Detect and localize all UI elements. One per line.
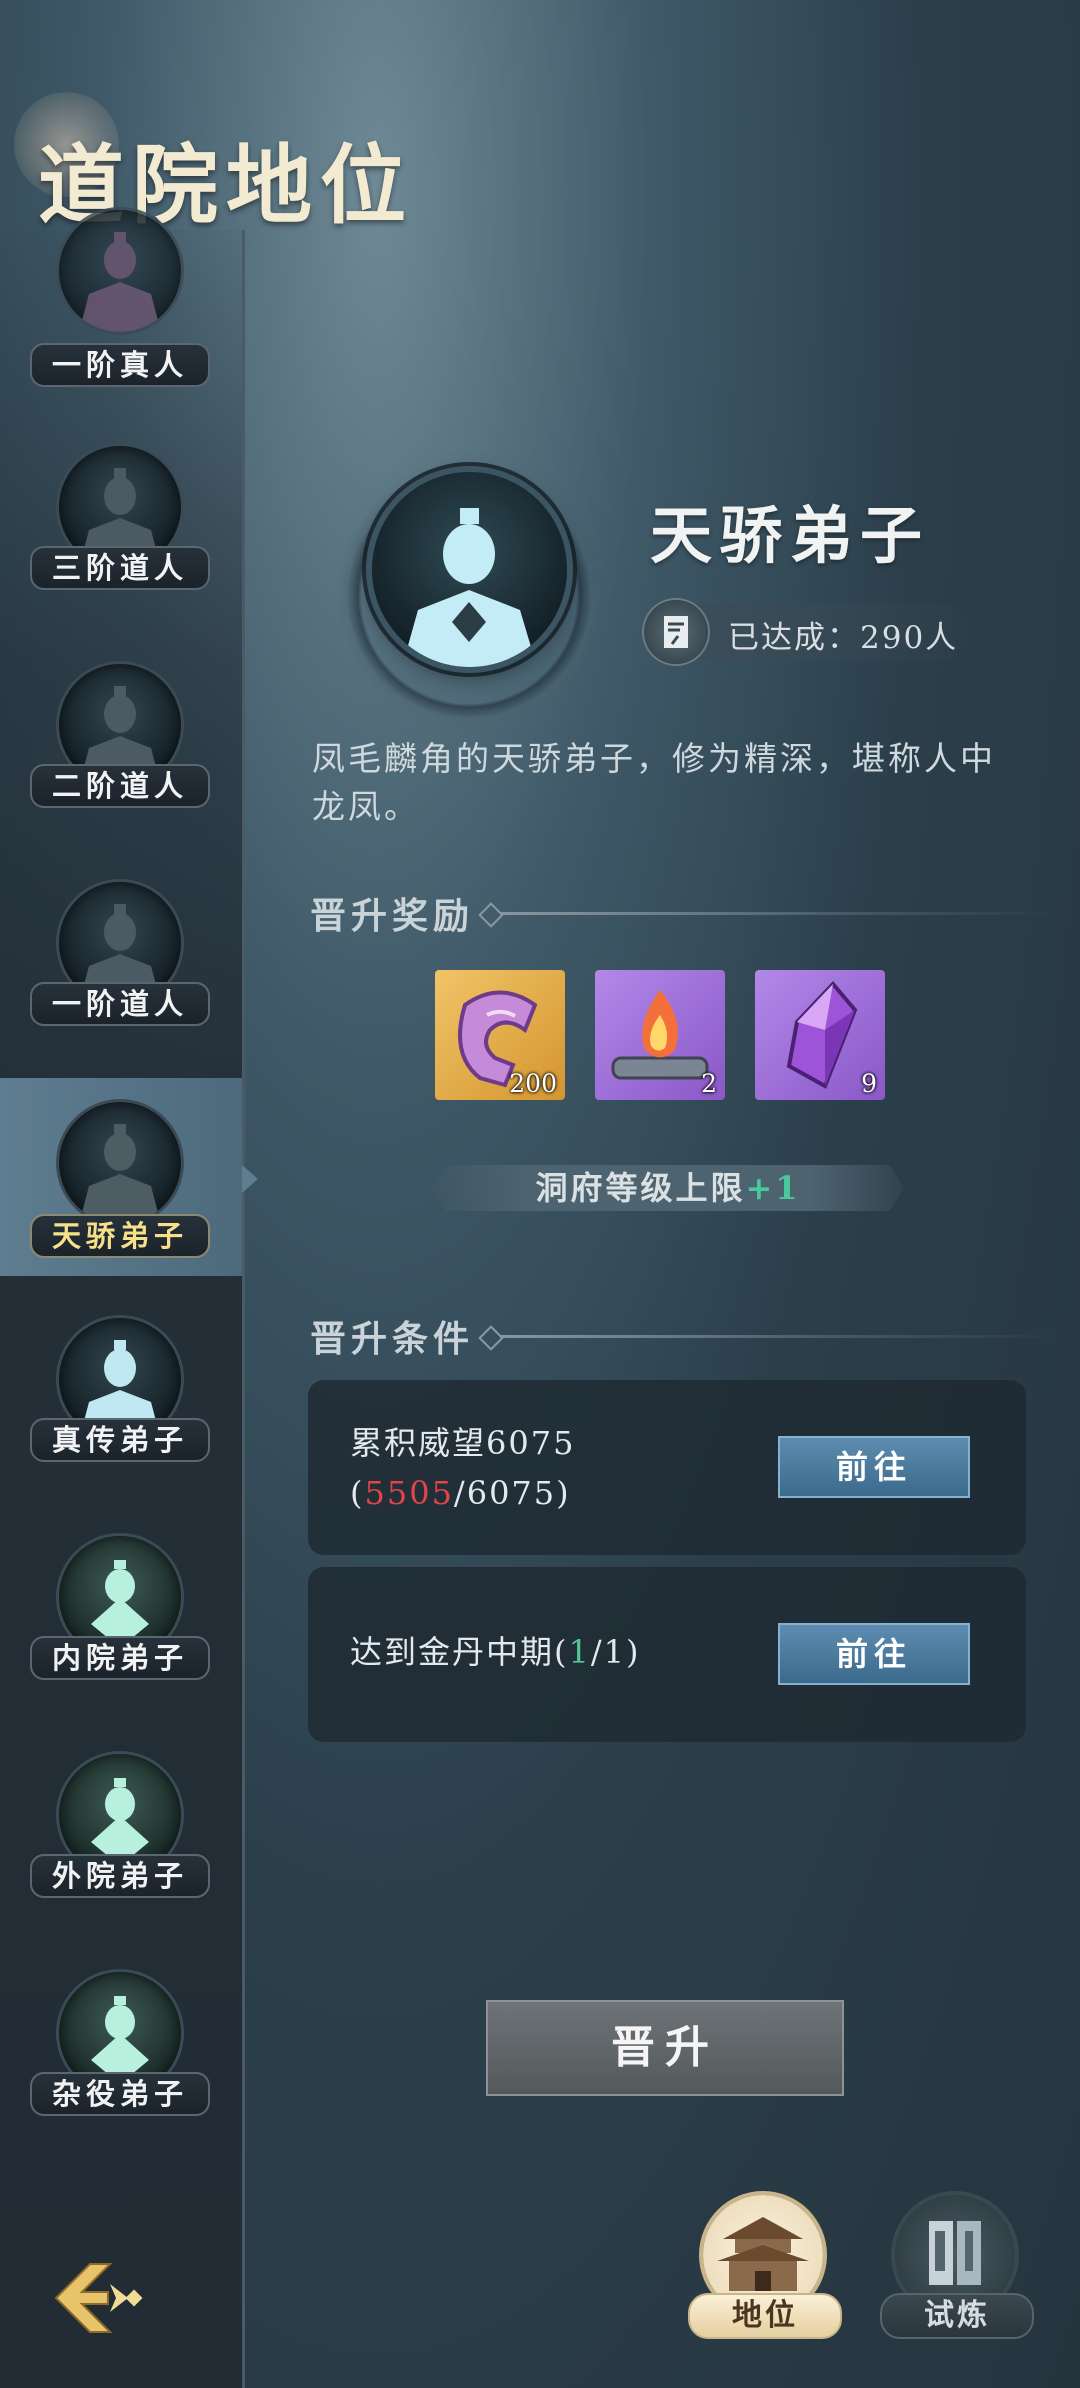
divider-ornament [478,902,504,928]
sidebar-item-rank-3[interactable]: 二阶道人 [0,646,242,846]
sidebar-item-label: 杂役弟子 [30,2072,210,2116]
go-button[interactable]: 前往 [778,1436,970,1498]
promote-button[interactable]: 晋升 [486,2000,844,2096]
reward-count: 2 [701,1069,717,1098]
progress-current: 5505 [364,1474,454,1512]
conditions-heading: 晋升条件 [310,1318,475,1360]
section-divider [500,912,1060,915]
sidebar-item-label: 内院弟子 [30,1636,210,1680]
condition-text: 达到金丹中期(1/1) [350,1633,641,1671]
achieved-count-text: 已达成：290人 [728,620,959,656]
rewards-heading: 晋升奖励 [310,895,475,937]
progress-target: 6075 [466,1474,557,1512]
sidebar-item-rank-6[interactable]: 真传弟子 [0,1300,242,1500]
condition-title: 达到金丹中期 [350,1633,555,1671]
sidebar-item-label: 二阶道人 [30,764,210,808]
back-arrow-icon [54,2263,143,2333]
cap-text: 洞府等级上限 [535,1169,746,1207]
reward-count: 9 [861,1069,877,1098]
rank-avatar [59,1102,181,1224]
section-divider [500,1335,1060,1338]
go-button[interactable]: 前往 [778,1623,970,1685]
cave-level-cap-bonus: 洞府等级上限+1 [432,1165,904,1211]
document-icon [644,600,708,664]
tab-label: 地位 [688,2293,842,2339]
rank-avatar [59,210,181,332]
condition-text: 累积威望6075 (5505/6075) [350,1418,575,1518]
rank-title: 天骄弟子 [650,499,931,572]
reward-item[interactable]: 9 [755,970,885,1100]
sidebar-item-rank-7[interactable]: 内院弟子 [0,1518,242,1718]
progress-current: 1 [568,1633,591,1671]
sidebar-item-label: 真传弟子 [30,1418,210,1462]
selected-indicator [242,1165,258,1193]
cap-plus-value: +1 [745,1169,801,1207]
sidebar-item-rank-4[interactable]: 一阶道人 [0,864,242,1064]
reward-item[interactable]: 2 [595,970,725,1100]
sidebar-item-label: 天骄弟子 [30,1214,210,1258]
sidebar-item-rank-2[interactable]: 三阶道人 [0,428,242,628]
back-button[interactable] [48,2258,148,2338]
sidebar-item-rank-5[interactable]: 天骄弟子 [0,1078,242,1276]
sidebar-item-rank-9[interactable]: 杂役弟子 [0,1954,242,2154]
condition-card: 累积威望6075 (5505/6075) 前往 [308,1380,1026,1555]
condition-title: 累积威望6075 [350,1424,576,1462]
sidebar-item-label: 外院弟子 [30,1854,210,1898]
reward-count: 200 [509,1069,557,1098]
condition-card: 达到金丹中期(1/1) 前往 [308,1567,1026,1742]
divider-ornament [478,1325,504,1351]
sidebar-item-label: 一阶道人 [30,982,210,1026]
tab-label: 试炼 [880,2293,1034,2339]
selected-rank-avatar [372,472,567,667]
tab-status[interactable]: 地位 [688,2195,842,2345]
sidebar-item-rank-8[interactable]: 外院弟子 [0,1736,242,1936]
sidebar-item-label: 一阶真人 [30,343,210,387]
rank-description: 凤毛麟角的天骄弟子，修为精深，堪称人中龙凤。 [312,739,996,826]
sidebar-item-label: 三阶道人 [30,546,210,590]
sidebar-item-rank-1[interactable]: 一阶真人 [0,210,242,430]
progress-target: 1 [603,1633,626,1671]
reward-item[interactable]: 200 [435,970,565,1100]
condition-progress: (5505/6075) [350,1474,571,1512]
tab-trial[interactable]: 试炼 [880,2195,1034,2345]
